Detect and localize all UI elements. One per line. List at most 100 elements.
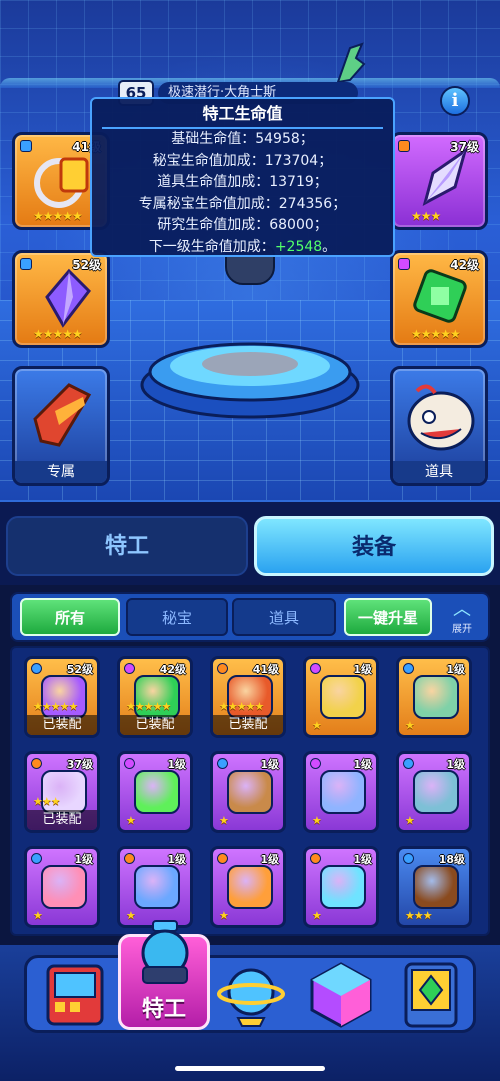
item-stars: ★★★★★ bbox=[33, 700, 78, 713]
inventory-item[interactable]: 1级 ★ bbox=[303, 656, 379, 738]
item-art-icon bbox=[134, 770, 180, 814]
info-button[interactable]: i bbox=[440, 86, 470, 116]
tooltip-row: 道具生命值加成：13719； bbox=[157, 174, 328, 190]
inventory-item[interactable]: 1级 ★ bbox=[210, 751, 286, 833]
item-art-icon bbox=[413, 865, 459, 909]
item-level: 18级 bbox=[438, 853, 465, 866]
crystal-icon bbox=[422, 147, 468, 206]
planet-icon bbox=[217, 968, 285, 1027]
rarity-badge-icon bbox=[310, 663, 321, 674]
item-art-icon bbox=[227, 865, 273, 909]
rarity-badge-icon bbox=[310, 853, 321, 864]
rarity-badge-icon bbox=[217, 853, 228, 864]
nav-game-console[interactable] bbox=[40, 960, 110, 1030]
nav-agent[interactable]: 特工 bbox=[118, 920, 210, 1030]
filter-treasure[interactable]: 秘宝 bbox=[126, 598, 228, 636]
equipped-label: 已装配 bbox=[120, 715, 190, 735]
filter-item[interactable]: 道具 bbox=[232, 598, 336, 636]
inventory-item[interactable]: 1级 ★ bbox=[396, 751, 472, 833]
rarity-badge-icon bbox=[31, 758, 42, 769]
nav-cube[interactable] bbox=[306, 960, 376, 1030]
rarity-badge-icon bbox=[124, 758, 135, 769]
slot-stars: ★★★★★ bbox=[33, 209, 83, 223]
tab-agent[interactable]: 特工 bbox=[6, 516, 248, 576]
slot-level: 37级 bbox=[450, 140, 479, 154]
nav-agent-label: 特工 bbox=[141, 997, 186, 1022]
expand-button[interactable]: ︿ 展开 bbox=[440, 600, 484, 638]
inventory-item[interactable]: 1级 ★ bbox=[303, 846, 379, 928]
item-stars: ★ bbox=[126, 909, 136, 922]
inventory-item[interactable]: 37级 ★★★ 已装配 bbox=[24, 751, 100, 833]
nav-planet[interactable] bbox=[216, 960, 286, 1030]
inventory-item[interactable]: 1级 ★ bbox=[117, 751, 193, 833]
tooltip-row: 基础生命值：54958； bbox=[171, 131, 314, 147]
item-art-icon bbox=[41, 865, 87, 909]
slot-item[interactable]: 道具 bbox=[390, 366, 488, 486]
item-art-icon bbox=[320, 675, 366, 719]
tooltip-next-row: 下一级生命值加成：+2548。 bbox=[92, 237, 393, 259]
game-console-icon bbox=[46, 964, 104, 1026]
tooltip-row: 秘宝生命值加成：173704； bbox=[152, 152, 333, 169]
inventory-item[interactable]: 1级 ★ bbox=[117, 846, 193, 928]
item-level: 1级 bbox=[353, 663, 372, 676]
item-art-icon bbox=[413, 675, 459, 719]
item-stars: ★ bbox=[219, 814, 229, 827]
item-art-icon bbox=[413, 770, 459, 814]
slot-right-mid[interactable]: 42级 ★★★★★ bbox=[390, 250, 488, 348]
home-indicator bbox=[175, 1066, 325, 1071]
slot-stars: ★★★ bbox=[411, 209, 441, 223]
nav-device[interactable] bbox=[396, 960, 466, 1030]
item-level: 1级 bbox=[167, 758, 186, 771]
tooltip-title: 特工生命值 bbox=[102, 99, 383, 129]
item-level: 42级 bbox=[159, 663, 186, 676]
next-prefix: 下一级生命值加成： bbox=[148, 238, 275, 255]
slot-caption: 专属 bbox=[15, 461, 107, 483]
item-art-icon bbox=[227, 770, 273, 814]
device-icon bbox=[404, 962, 458, 1028]
item-level: 37级 bbox=[66, 758, 93, 771]
rarity-badge-icon bbox=[31, 663, 42, 674]
item-stars: ★ bbox=[405, 814, 415, 827]
item-creature-icon bbox=[407, 384, 475, 451]
item-level: 1级 bbox=[353, 758, 372, 771]
tab-equipment[interactable]: 装备 bbox=[254, 516, 494, 576]
cube-icon bbox=[310, 962, 372, 1028]
slot-stars: ★★★★★ bbox=[33, 327, 83, 341]
item-level: 52级 bbox=[66, 663, 93, 676]
item-level: 1级 bbox=[446, 663, 465, 676]
item-stars: ★ bbox=[219, 909, 229, 922]
next-value: +2548 bbox=[274, 238, 323, 255]
inventory-item[interactable]: 18级 ★★★ bbox=[396, 846, 472, 928]
inventory-item[interactable]: 52级 ★★★★★ 已装配 bbox=[24, 656, 100, 738]
inventory-item[interactable]: 1级 ★ bbox=[210, 846, 286, 928]
slot-level: 42级 bbox=[450, 258, 479, 272]
item-stars: ★ bbox=[126, 814, 136, 827]
equipped-label: 已装配 bbox=[213, 715, 283, 735]
item-stars: ★★★★★ bbox=[126, 700, 171, 713]
slot-caption: 道具 bbox=[393, 461, 485, 483]
green-gadget-icon bbox=[413, 269, 467, 323]
inventory-item[interactable]: 1级 ★ bbox=[303, 751, 379, 833]
inventory-item[interactable]: 1级 ★ bbox=[396, 656, 472, 738]
slot-right-top[interactable]: 37级 ★★★ bbox=[390, 132, 488, 230]
treasure-ring-icon bbox=[34, 157, 89, 208]
expand-label: 展开 bbox=[452, 624, 472, 635]
slot-left-mid[interactable]: 52级 ★★★★★ bbox=[12, 250, 110, 348]
item-level: 1级 bbox=[74, 853, 93, 866]
pedestal bbox=[140, 342, 360, 419]
rarity-badge-icon bbox=[403, 663, 414, 674]
agent-icon bbox=[141, 920, 189, 984]
slot-exclusive[interactable]: 专属 bbox=[12, 366, 110, 486]
item-art-icon bbox=[320, 865, 366, 909]
item-stars: ★ bbox=[312, 814, 322, 827]
item-stars: ★★★ bbox=[405, 909, 433, 922]
inventory-item[interactable]: 42级 ★★★★★ 已装配 bbox=[117, 656, 193, 738]
upgrade-all-button[interactable]: 一键升星 bbox=[344, 598, 432, 636]
inventory-item[interactable]: 1级 ★ bbox=[24, 846, 100, 928]
inventory-item[interactable]: 41级 ★★★★★ 已装配 bbox=[210, 656, 286, 738]
hp-tooltip: 特工生命值 基础生命值：54958； 秘宝生命值加成：173704； 道具生命值… bbox=[90, 97, 395, 257]
tooltip-row: 专属秘宝生命值加成：274356； bbox=[138, 195, 347, 212]
filter-all[interactable]: 所有 bbox=[20, 598, 120, 636]
item-art-icon bbox=[320, 770, 366, 814]
rarity-badge-icon bbox=[124, 853, 135, 864]
